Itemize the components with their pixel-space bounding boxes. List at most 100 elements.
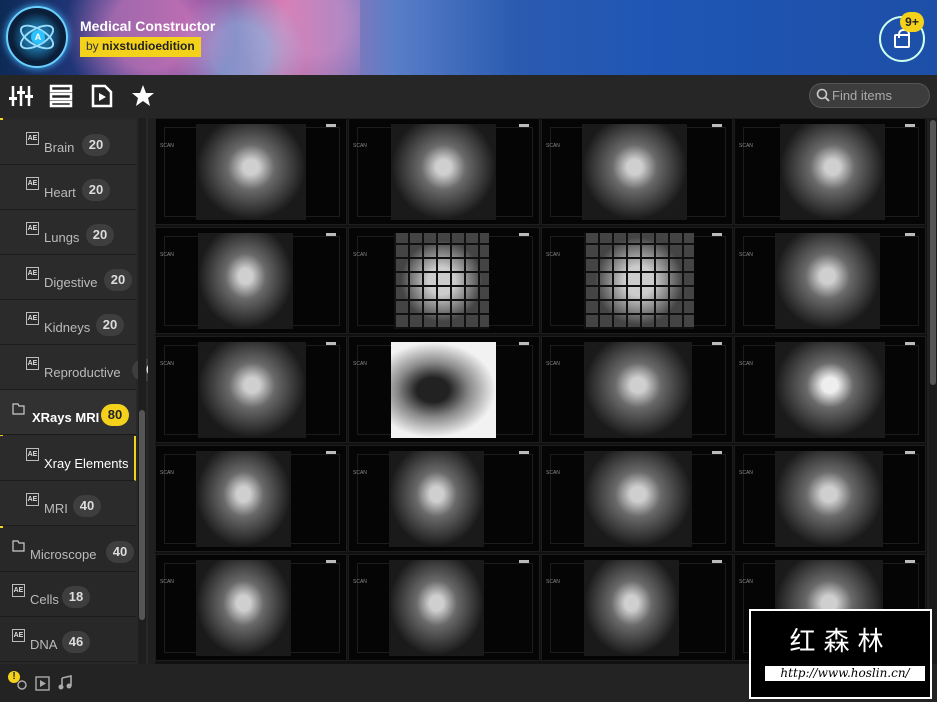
preview-tile-head-mri-sagittal[interactable]: SCAN (155, 227, 347, 334)
app-logo[interactable]: A (6, 6, 68, 68)
scan-label: SCAN (353, 252, 367, 258)
scan-label: SCAN (546, 470, 560, 476)
scan-label: SCAN (353, 143, 367, 149)
sidebar-item-label: Kidneys (44, 320, 91, 335)
scan-label: SCAN (739, 252, 753, 258)
author-name: nixstudioedition (102, 39, 195, 53)
tile-marker (712, 342, 722, 345)
tile-marker (519, 233, 529, 236)
author-badge[interactable]: by nixstudioedition (80, 37, 201, 57)
sidebar-item-xrays-mri[interactable]: XRays MRI 80 (0, 390, 136, 435)
xray-image (391, 124, 496, 220)
xray-image (198, 233, 293, 329)
xray-image (389, 560, 484, 656)
preview-tile-pelvis-xray[interactable]: SCAN (541, 336, 733, 443)
xray-image (584, 233, 694, 329)
count-badge: 40 (106, 541, 134, 563)
preview-tile-hand-xray[interactable]: SCAN (348, 445, 540, 552)
preview-tile-skull-xray[interactable]: SCAN (348, 336, 540, 443)
count-badge: 20 (96, 314, 124, 336)
preview-tile-dental-xray[interactable]: SCAN (734, 336, 926, 443)
sidebar-item-reproductive[interactable]: AE Reproductive 20 (0, 345, 148, 390)
preview-tile-shoulder-xray[interactable]: SCAN (155, 336, 347, 443)
count-badge: 80 (101, 404, 129, 426)
scan-label: SCAN (739, 361, 753, 367)
ae-file-icon: AE (26, 267, 39, 280)
sidebar-item-digestive[interactable]: AE Digestive 20 (0, 255, 136, 300)
ae-file-icon: AE (26, 312, 39, 325)
tile-marker (519, 560, 529, 563)
grid-scroll-thumb[interactable] (930, 120, 936, 385)
tile-marker (905, 451, 915, 454)
sidebar-scroll-thumb[interactable] (139, 410, 145, 620)
app-title: Medical Constructor (80, 18, 216, 34)
preview-tile-foot-xray[interactable]: SCAN (734, 118, 926, 225)
sidebar-item-label: Heart (44, 185, 76, 200)
tile-marker (712, 124, 722, 127)
sidebar-item-label: Digestive (44, 275, 98, 290)
ae-file-icon: AE (26, 132, 39, 145)
settings-icon[interactable] (16, 679, 28, 691)
xray-image (775, 451, 883, 547)
tile-marker (905, 124, 915, 127)
list-icon[interactable] (49, 84, 73, 108)
sliders-icon[interactable] (9, 84, 33, 108)
sidebar: AE Brain 20 AE Heart 20 AE Lungs 20 AE D… (0, 118, 148, 664)
preview-tile-cervical-spine-xray[interactable]: SCAN (541, 445, 733, 552)
preview-tile-lungs-xray[interactable]: SCAN (734, 445, 926, 552)
count-badge: 20 (82, 134, 110, 156)
sidebar-item-dna[interactable]: AE DNA 46 (0, 617, 136, 662)
sidebar-item-heart[interactable]: AE Heart 20 (0, 165, 136, 210)
tile-marker (326, 342, 336, 345)
xray-image (775, 233, 880, 329)
preview-tile-skull-lateral-xray[interactable]: SCAN (155, 445, 347, 552)
sidebar-item-xray-elements[interactable]: AE Xray Elements (0, 436, 136, 481)
preview-tile-brain-mri-slices[interactable]: SCAN (541, 227, 733, 334)
tile-marker (905, 233, 915, 236)
sidebar-item-kidneys[interactable]: AE Kidneys 20 (0, 300, 136, 345)
play-document-icon[interactable] (90, 84, 114, 108)
scan-label: SCAN (160, 143, 174, 149)
xray-image (196, 451, 291, 547)
preview-tile-brain-mri-grid[interactable]: SCAN (348, 227, 540, 334)
xray-image (584, 451, 692, 547)
scan-label: SCAN (160, 252, 174, 258)
music-icon[interactable] (57, 675, 73, 691)
sidebar-item-label: MRI (44, 501, 68, 516)
count-badge: 18 (62, 586, 90, 608)
preview-tile-spine-mri[interactable]: SCAN (155, 554, 347, 661)
tile-marker (326, 560, 336, 563)
tile-marker (519, 342, 529, 345)
video-icon[interactable] (35, 676, 50, 691)
preview-tile-brain-mri-axial[interactable]: SCAN (541, 554, 733, 661)
scan-label: SCAN (739, 470, 753, 476)
xray-image (391, 342, 496, 438)
tile-marker (712, 233, 722, 236)
tile-marker (326, 451, 336, 454)
xray-image (780, 124, 885, 220)
preview-grid: SCAN SCAN SCAN SCAN SCAN SCAN SCAN SCAN SCAN SCAN… (155, 118, 927, 664)
watermark-text: 红森林 (789, 627, 892, 657)
sidebar-item-microscope[interactable]: Microscope 40 (0, 527, 136, 572)
logo-letter: A (31, 30, 45, 44)
preview-tile-chest-xray[interactable]: SCAN (155, 118, 347, 225)
xray-image (196, 124, 306, 220)
scan-label: SCAN (546, 252, 560, 258)
sidebar-item-mri[interactable]: AE MRI 40 (0, 481, 136, 526)
sidebar-item-brain[interactable]: AE Brain 20 (0, 120, 136, 165)
scan-label: SCAN (353, 470, 367, 476)
xray-image (389, 451, 484, 547)
xray-image (198, 342, 306, 438)
sidebar-item-label: XRays MRI (32, 410, 100, 425)
preview-tile-spine-xray[interactable]: SCAN (734, 227, 926, 334)
sidebar-item-lungs[interactable]: AE Lungs 20 (0, 210, 136, 255)
count-badge: 46 (62, 631, 90, 653)
preview-tile-abdomen-xray[interactable]: SCAN (348, 118, 540, 225)
ae-file-icon: AE (12, 584, 25, 597)
preview-tile-abdomen-ct[interactable]: SCAN (348, 554, 540, 661)
ae-file-icon: AE (12, 629, 25, 642)
preview-tile-knee-xray[interactable]: SCAN (541, 118, 733, 225)
sidebar-item-cells[interactable]: AE Cells 18 (0, 572, 136, 617)
star-icon[interactable] (131, 84, 155, 108)
scan-label: SCAN (160, 470, 174, 476)
